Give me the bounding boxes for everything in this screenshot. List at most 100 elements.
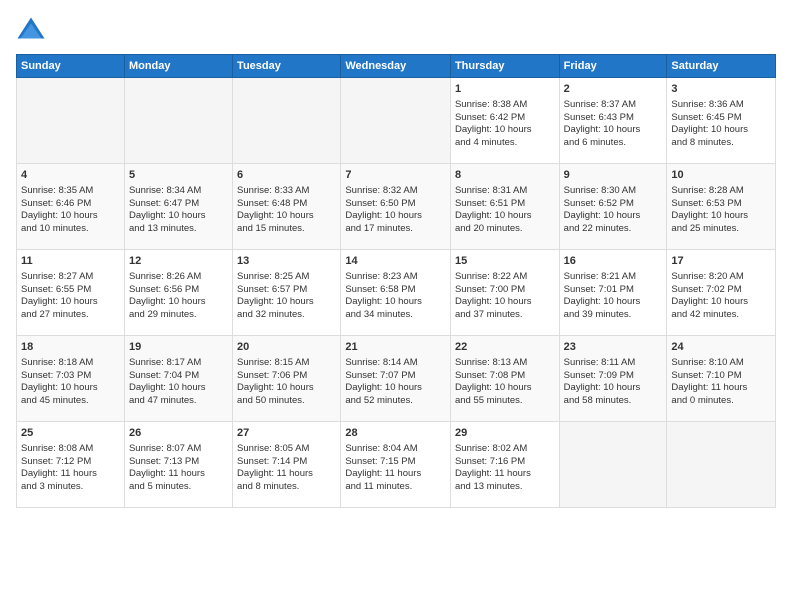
day-content: and 6 minutes. [564, 137, 663, 150]
day-content: Sunrise: 8:10 AM [671, 357, 771, 370]
day-content: Daylight: 11 hours [345, 468, 446, 481]
day-content: and 50 minutes. [237, 395, 336, 408]
col-header-tuesday: Tuesday [233, 55, 341, 78]
day-content: Sunrise: 8:32 AM [345, 185, 446, 198]
day-content: and 17 minutes. [345, 223, 446, 236]
day-content: Daylight: 10 hours [237, 382, 336, 395]
day-content: Sunset: 7:15 PM [345, 456, 446, 469]
day-content: Sunrise: 8:31 AM [455, 185, 555, 198]
calendar-cell: 22Sunrise: 8:13 AMSunset: 7:08 PMDayligh… [450, 336, 559, 422]
calendar-cell [341, 78, 451, 164]
day-number: 8 [455, 168, 555, 183]
day-content: Sunrise: 8:23 AM [345, 271, 446, 284]
calendar-cell: 27Sunrise: 8:05 AMSunset: 7:14 PMDayligh… [233, 422, 341, 508]
calendar-cell: 7Sunrise: 8:32 AMSunset: 6:50 PMDaylight… [341, 164, 451, 250]
day-number: 6 [237, 168, 336, 183]
calendar-cell: 6Sunrise: 8:33 AMSunset: 6:48 PMDaylight… [233, 164, 341, 250]
day-content: Sunrise: 8:34 AM [129, 185, 228, 198]
day-content: and 10 minutes. [21, 223, 120, 236]
header [16, 12, 776, 46]
day-content: Sunset: 6:42 PM [455, 112, 555, 125]
calendar-header-row: SundayMondayTuesdayWednesdayThursdayFrid… [17, 55, 776, 78]
calendar-table: SundayMondayTuesdayWednesdayThursdayFrid… [16, 54, 776, 508]
day-content: Sunset: 6:48 PM [237, 198, 336, 211]
col-header-monday: Monday [124, 55, 232, 78]
day-content: and 34 minutes. [345, 309, 446, 322]
day-content: Sunset: 6:53 PM [671, 198, 771, 211]
col-header-friday: Friday [559, 55, 667, 78]
day-content: Sunrise: 8:20 AM [671, 271, 771, 284]
day-content: and 22 minutes. [564, 223, 663, 236]
day-content: and 55 minutes. [455, 395, 555, 408]
day-number: 25 [21, 426, 120, 441]
day-content: Daylight: 11 hours [237, 468, 336, 481]
day-content: Sunrise: 8:08 AM [21, 443, 120, 456]
calendar-cell: 19Sunrise: 8:17 AMSunset: 7:04 PMDayligh… [124, 336, 232, 422]
day-content: Daylight: 11 hours [671, 382, 771, 395]
day-content: Sunset: 7:06 PM [237, 370, 336, 383]
day-content: Daylight: 10 hours [455, 382, 555, 395]
day-content: Sunrise: 8:37 AM [564, 99, 663, 112]
day-number: 29 [455, 426, 555, 441]
day-content: Sunset: 7:10 PM [671, 370, 771, 383]
day-content: and 8 minutes. [237, 481, 336, 494]
logo [16, 16, 50, 46]
day-content: Sunset: 7:07 PM [345, 370, 446, 383]
calendar-cell: 23Sunrise: 8:11 AMSunset: 7:09 PMDayligh… [559, 336, 667, 422]
day-content: Sunset: 6:45 PM [671, 112, 771, 125]
day-number: 7 [345, 168, 446, 183]
calendar-cell: 3Sunrise: 8:36 AMSunset: 6:45 PMDaylight… [667, 78, 776, 164]
day-content: Daylight: 10 hours [671, 124, 771, 137]
day-content: Sunrise: 8:25 AM [237, 271, 336, 284]
day-content: Sunset: 6:57 PM [237, 284, 336, 297]
day-content: and 11 minutes. [345, 481, 446, 494]
day-content: Sunset: 7:04 PM [129, 370, 228, 383]
calendar-cell: 5Sunrise: 8:34 AMSunset: 6:47 PMDaylight… [124, 164, 232, 250]
calendar-cell: 17Sunrise: 8:20 AMSunset: 7:02 PMDayligh… [667, 250, 776, 336]
day-content: Daylight: 10 hours [345, 382, 446, 395]
day-content: Sunset: 7:16 PM [455, 456, 555, 469]
day-number: 18 [21, 340, 120, 355]
calendar-cell [17, 78, 125, 164]
day-content: Sunrise: 8:05 AM [237, 443, 336, 456]
day-content: Sunset: 6:52 PM [564, 198, 663, 211]
day-content: and 27 minutes. [21, 309, 120, 322]
day-content: Sunrise: 8:35 AM [21, 185, 120, 198]
day-content: Daylight: 10 hours [21, 296, 120, 309]
day-content: and 4 minutes. [455, 137, 555, 150]
day-content: and 20 minutes. [455, 223, 555, 236]
day-content: Sunrise: 8:28 AM [671, 185, 771, 198]
calendar-week-1: 4Sunrise: 8:35 AMSunset: 6:46 PMDaylight… [17, 164, 776, 250]
day-content: Sunrise: 8:13 AM [455, 357, 555, 370]
calendar-cell: 10Sunrise: 8:28 AMSunset: 6:53 PMDayligh… [667, 164, 776, 250]
day-content: Daylight: 10 hours [455, 210, 555, 223]
day-number: 14 [345, 254, 446, 269]
day-content: Sunset: 7:03 PM [21, 370, 120, 383]
calendar-cell: 1Sunrise: 8:38 AMSunset: 6:42 PMDaylight… [450, 78, 559, 164]
day-content: Sunset: 7:14 PM [237, 456, 336, 469]
day-content: Sunrise: 8:21 AM [564, 271, 663, 284]
day-content: Daylight: 10 hours [21, 210, 120, 223]
day-content: Sunrise: 8:02 AM [455, 443, 555, 456]
day-content: Daylight: 10 hours [129, 296, 228, 309]
day-content: Sunset: 7:01 PM [564, 284, 663, 297]
day-content: Sunrise: 8:18 AM [21, 357, 120, 370]
day-number: 13 [237, 254, 336, 269]
day-content: Sunrise: 8:27 AM [21, 271, 120, 284]
day-content: Sunset: 6:55 PM [21, 284, 120, 297]
day-content: and 15 minutes. [237, 223, 336, 236]
day-number: 9 [564, 168, 663, 183]
day-content: Sunrise: 8:26 AM [129, 271, 228, 284]
day-number: 24 [671, 340, 771, 355]
day-content: and 39 minutes. [564, 309, 663, 322]
calendar-cell [124, 78, 232, 164]
calendar-cell: 16Sunrise: 8:21 AMSunset: 7:01 PMDayligh… [559, 250, 667, 336]
day-content: Daylight: 10 hours [564, 296, 663, 309]
day-content: Sunrise: 8:14 AM [345, 357, 446, 370]
calendar-cell: 28Sunrise: 8:04 AMSunset: 7:15 PMDayligh… [341, 422, 451, 508]
day-content: Sunset: 6:56 PM [129, 284, 228, 297]
day-content: Daylight: 10 hours [237, 296, 336, 309]
day-number: 23 [564, 340, 663, 355]
col-header-wednesday: Wednesday [341, 55, 451, 78]
day-content: Sunrise: 8:07 AM [129, 443, 228, 456]
